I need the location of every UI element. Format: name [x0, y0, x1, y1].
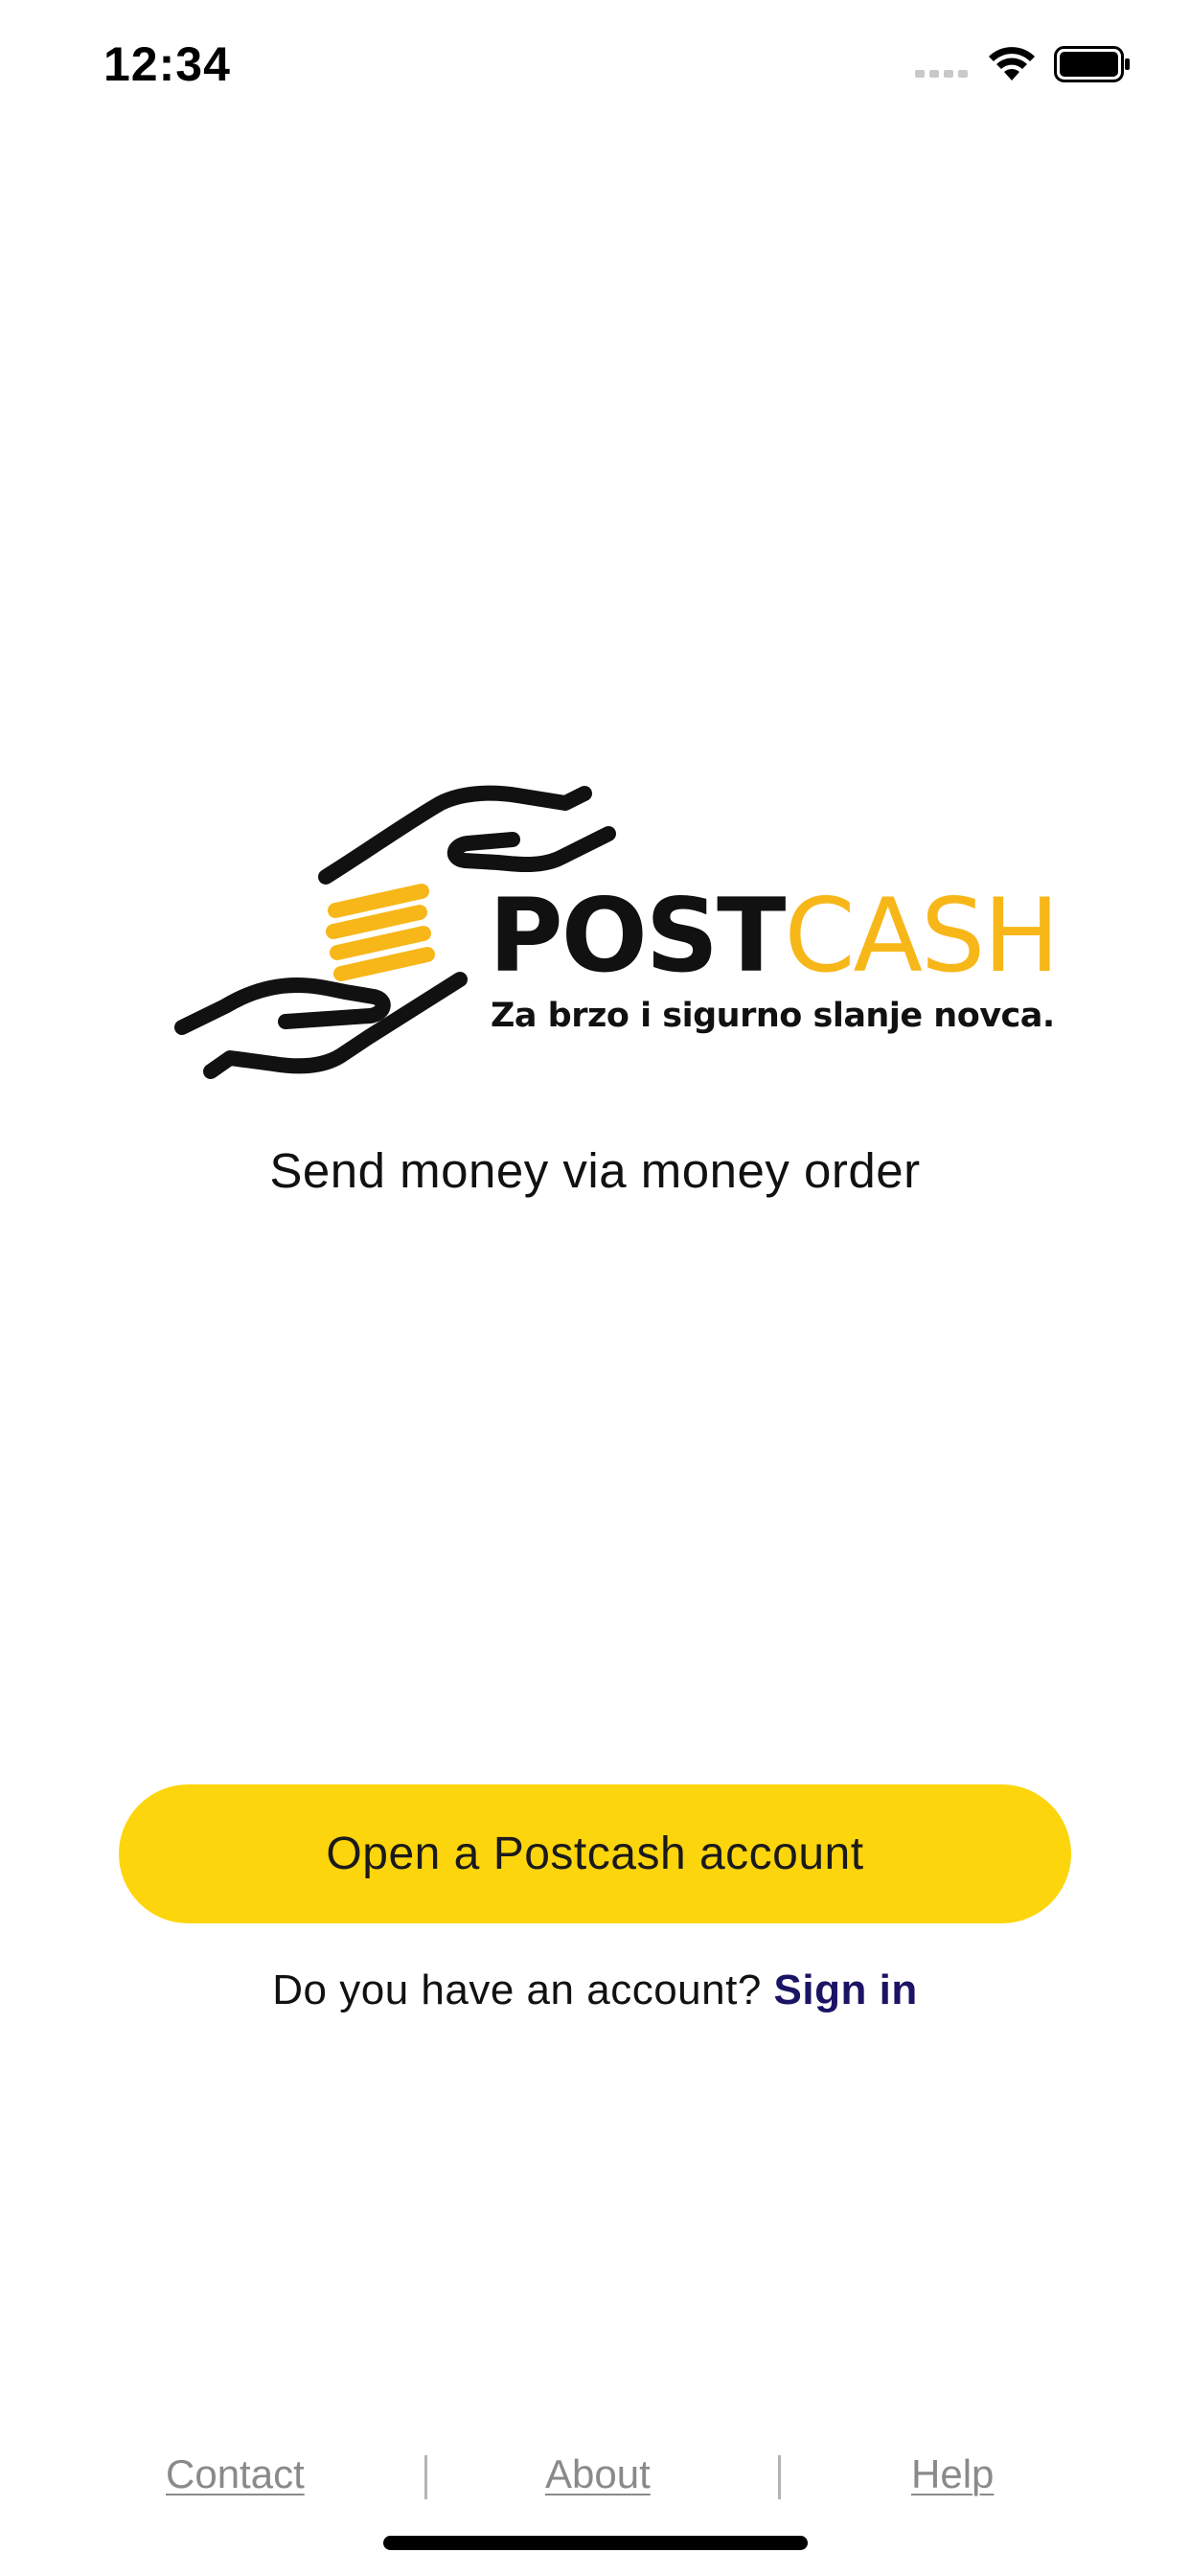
signin-link[interactable]: Sign in: [774, 1966, 918, 2013]
footer-links: Contact About Help: [0, 2451, 1190, 2503]
footer-divider: [778, 2455, 781, 2499]
about-link[interactable]: About: [545, 2451, 651, 2497]
status-time: 12:34: [103, 37, 231, 91]
welcome-screen: 12:34 POSTCASH Za brzo i sigurno slanje …: [0, 0, 1190, 2576]
open-account-button[interactable]: Open a Postcash account: [119, 1784, 1071, 1923]
logo-wordmark: POSTCASH: [489, 886, 1060, 987]
contact-link[interactable]: Contact: [166, 2451, 305, 2497]
footer-divider: [424, 2455, 427, 2499]
help-link[interactable]: Help: [911, 2451, 994, 2497]
signin-prompt: Do you have an account?: [272, 1966, 762, 2013]
home-indicator[interactable]: [383, 2536, 808, 2550]
cellular-signal-icon: [915, 70, 968, 78]
logo-tagline: Za brzo i sigurno slanje novca.: [491, 997, 1055, 1035]
wifi-icon: [989, 47, 1035, 80]
battery-icon: [1054, 46, 1130, 82]
logo-word-cash: CASH: [784, 877, 1060, 995]
page-subtitle: Send money via money order: [269, 1143, 921, 1198]
logo-word-post: POST: [489, 877, 786, 995]
signin-row: Do you have an account? Sign in: [0, 1966, 1190, 2014]
